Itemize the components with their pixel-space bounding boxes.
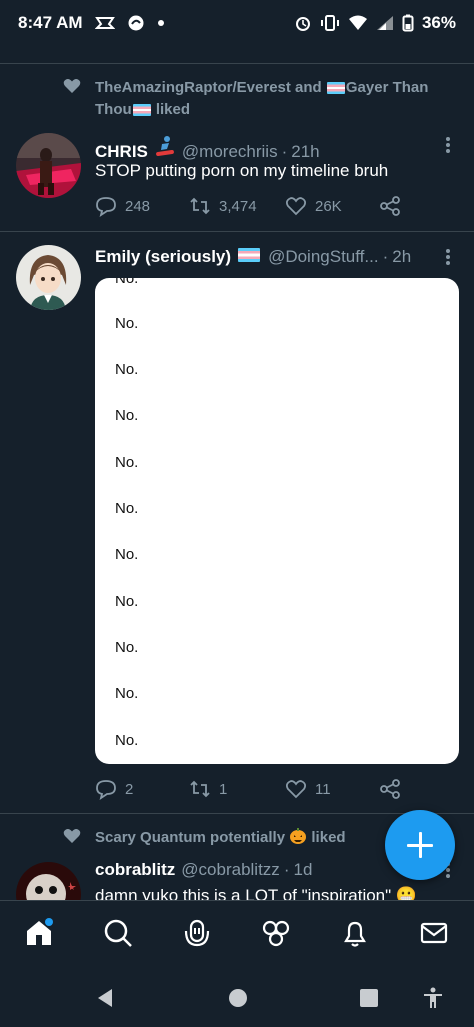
tweet-header: Emily (seriously) @DoingStuff... · 2h [95,247,455,267]
home-button-icon[interactable] [226,986,250,1010]
spaces-icon [184,919,210,947]
more-icon[interactable] [440,135,456,155]
divider [0,63,474,64]
tweet-time[interactable]: 1d [293,860,312,880]
nav-notifications[interactable] [339,917,371,949]
nav-search[interactable] [102,917,134,949]
nav-home[interactable] [23,917,55,949]
heart-icon [285,780,307,799]
card-text-line: No. [115,278,139,287]
author-name[interactable]: Emily (seriously) [95,247,231,267]
tweet-text: STOP putting porn on my timeline bruh [95,161,389,180]
nav-messages[interactable] [418,917,450,949]
share-button[interactable] [379,777,401,801]
signal-icon [376,16,393,30]
card-text-line: No. [115,593,139,610]
plus-icon [407,832,433,858]
card-text-line: No. [115,546,139,563]
card-text-line: No. [115,361,139,378]
reply-count: 248 [125,197,151,215]
more-notifications-icon [157,20,164,26]
like-count: 26K [315,197,342,215]
share-icon [380,196,400,216]
card-text-line: No. [115,315,139,332]
media-card[interactable]: No. No. No. No. No. No. No. No. No. No. … [95,278,459,764]
vibrate-icon [320,15,339,31]
back-icon[interactable] [94,986,118,1010]
messages-icon [420,922,448,944]
reply-button[interactable]: 248 [95,194,150,218]
author-handle[interactable]: @cobrablitzz [181,860,280,880]
card-text-line: No. [115,685,139,702]
retweet-button[interactable]: 1 [189,777,227,801]
reply-button[interactable]: 2 [95,777,133,801]
alarm-icon [295,17,310,31]
card-text-line: No. [115,500,139,517]
notification-icon [94,17,115,29]
reply-icon [96,197,116,217]
avatar[interactable] [16,245,81,310]
retweet-icon [190,197,210,215]
social-context: TheAmazingRaptor/Everest and Gayer Than … [95,79,429,118]
card-text-line: No. [115,454,139,471]
author-handle[interactable]: @DoingStuff... [268,247,379,267]
like-count: 11 [315,780,331,798]
nav-communities[interactable] [260,917,292,949]
avatar-image [16,245,81,310]
bottom-nav [0,900,474,964]
tweet-time[interactable]: 2h [392,247,411,267]
notifications-icon [344,921,366,947]
share-icon [380,779,400,799]
trans-flag-icon [238,248,261,262]
like-button[interactable]: 26K [285,194,342,218]
android-nav-bar [0,964,474,1027]
tweet-actions: 248 3,474 26K [95,194,415,218]
battery-icon [402,14,414,32]
more-icon[interactable] [440,247,456,267]
wifi-icon [348,15,367,30]
author-name[interactable]: cobrablitz [95,860,175,880]
status-time: 8:47 AM [18,13,83,32]
app-notification-icon [128,15,144,31]
accessibility-icon[interactable] [421,986,445,1010]
retweet-count: 3,474 [219,197,257,215]
reply-icon [96,780,116,800]
card-text-line: No. [115,639,139,656]
retweet-count: 1 [219,780,228,798]
heart-icon [63,829,81,843]
jack-o-lantern-icon [290,828,307,844]
tweet-actions: 2 1 11 [95,777,415,801]
status-bar: 8:47 AM 36% [0,0,474,46]
share-button[interactable] [379,194,401,218]
tweet-header: CHRIS @morechriis · 21h [95,135,455,162]
communities-icon [262,920,290,947]
like-button[interactable]: 11 [285,777,331,801]
snowboarder-emoji-icon [155,136,174,156]
retweet-icon [190,780,210,798]
avatar-image [16,133,81,198]
recents-icon[interactable] [357,986,381,1010]
retweet-button[interactable]: 3,474 [189,194,257,218]
trans-flag-icon [132,104,151,117]
reply-count: 2 [125,780,134,798]
battery-percent: 36% [421,13,456,32]
heart-icon [63,79,81,93]
card-text-line: No. [115,732,139,749]
trans-flag-icon [326,82,345,95]
home-icon [27,918,53,945]
nav-spaces[interactable] [181,917,213,949]
heart-icon [285,197,307,216]
separator-dot: · [382,247,389,266]
search-icon [104,919,132,947]
compose-tweet-button[interactable] [385,810,455,880]
separator-dot: · [283,860,290,879]
divider [0,231,474,232]
avatar[interactable] [16,133,81,198]
card-text-line: No. [115,407,139,424]
